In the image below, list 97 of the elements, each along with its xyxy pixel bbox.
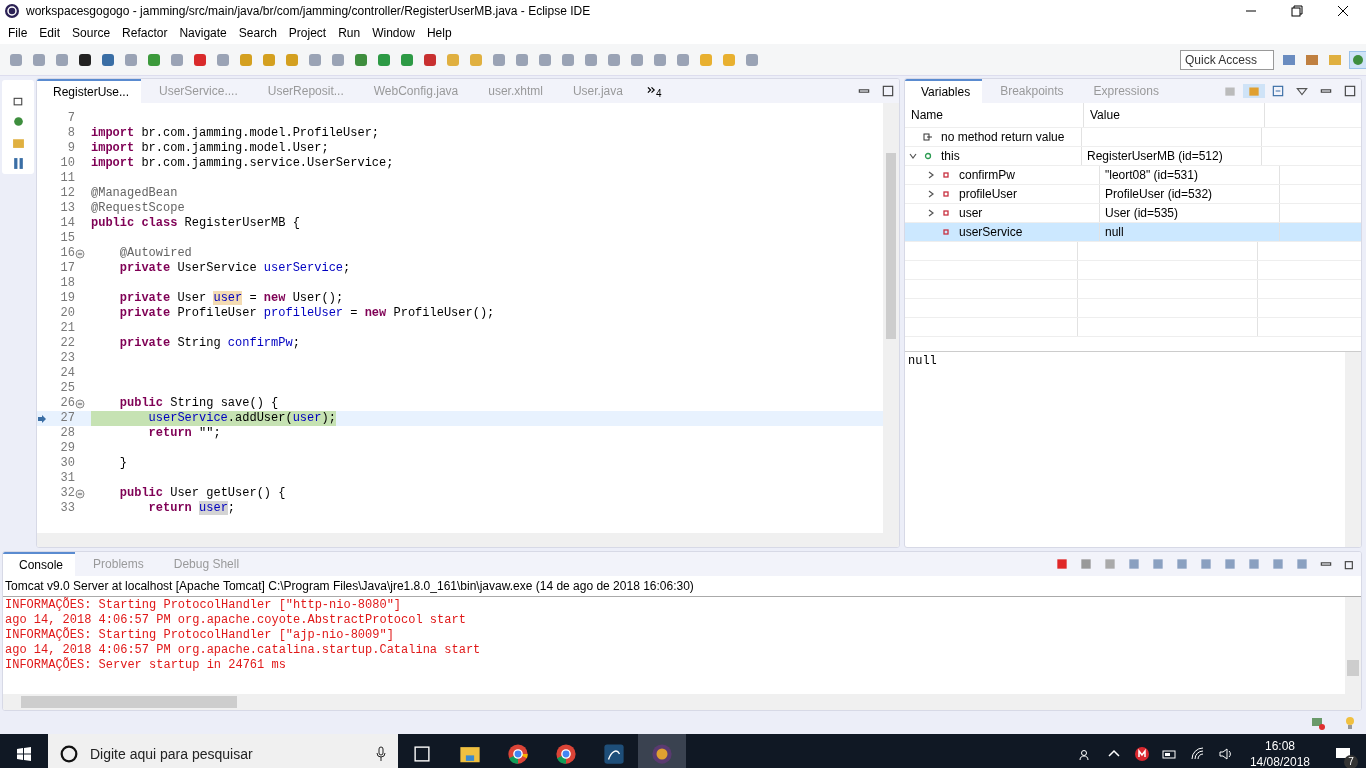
circle-icon bbox=[923, 151, 933, 161]
eclipse-logo-icon bbox=[4, 3, 20, 19]
console-line: INFORMAÇÕES: Starting ProtocolHandler ["http-nio-8080"] bbox=[5, 598, 403, 613]
line-number: 22 bbox=[59, 336, 75, 351]
code-line: import br.com.jamming.model.ProfileUser; bbox=[91, 126, 380, 141]
line-number: 11 bbox=[59, 171, 75, 186]
horizontal-scrollbar[interactable] bbox=[37, 533, 899, 547]
column-header[interactable]: Name bbox=[905, 103, 1084, 127]
line-number: 20 bbox=[59, 306, 75, 321]
line-number: 30 bbox=[59, 456, 75, 471]
code-line: } bbox=[118, 456, 127, 471]
quick-access-field[interactable]: Quick Access bbox=[1180, 49, 1274, 70]
menu-item[interactable]: File bbox=[2, 26, 34, 40]
line-number: 9 bbox=[66, 141, 75, 156]
variable-name: confirmPw bbox=[959, 167, 1015, 184]
line-number: 19 bbox=[59, 291, 75, 306]
line-number: 7 bbox=[66, 111, 75, 126]
console-line: INFORMAÇÕES: Server startup in 24761 ms bbox=[5, 658, 287, 673]
menu-item[interactable]: Run bbox=[332, 26, 367, 40]
variable-name: profileUser bbox=[959, 186, 1018, 203]
line-number: 25 bbox=[59, 381, 75, 396]
horizontal-scrollbar[interactable] bbox=[3, 694, 1361, 710]
cortana-circle-icon bbox=[60, 745, 78, 763]
menu-item[interactable]: Project bbox=[282, 26, 333, 40]
line-number: 14 bbox=[59, 216, 75, 231]
collapse-icon[interactable] bbox=[75, 248, 85, 259]
line-number: 18 bbox=[59, 276, 75, 291]
line-number: 23 bbox=[59, 351, 75, 366]
variable-value: null bbox=[1105, 225, 1124, 239]
collapse-icon[interactable] bbox=[75, 488, 85, 499]
more-tabs-button[interactable]: 4 bbox=[636, 82, 672, 100]
code-line: return user; bbox=[147, 501, 236, 516]
view-tab[interactable]: Console bbox=[3, 552, 76, 576]
code-line: @RequestScope bbox=[91, 201, 185, 216]
code-line: public class RegisterUserMB { bbox=[91, 216, 300, 231]
line-number: 29 bbox=[59, 441, 75, 456]
menu-item[interactable]: Window bbox=[366, 26, 421, 40]
line-number: 21 bbox=[59, 321, 75, 336]
menu-item[interactable]: Source bbox=[66, 26, 117, 40]
vertical-scrollbar[interactable] bbox=[1345, 352, 1361, 547]
variable-name: no method return value bbox=[941, 129, 1065, 146]
line-number: 17 bbox=[59, 261, 75, 276]
console-line: ago 14, 2018 4:06:57 PM org.apache.catalina.startup.Catalina start bbox=[5, 643, 482, 657]
code-line: import br.com.jamming.service.UserService; bbox=[91, 156, 394, 171]
editor-tab[interactable]: RegisterUse... bbox=[37, 79, 142, 103]
collapse-icon[interactable] bbox=[75, 398, 85, 409]
process-label: Tomcat v9.0 Server at localhost [Apache Tomcat] C:\Program Files\Java\jre1.8.0_161\bin\javaw.exe (14 de ago de 2018 16:06:30) bbox=[3, 576, 1361, 597]
vertical-scrollbar[interactable] bbox=[883, 103, 899, 533]
code-line: @ManagedBean bbox=[91, 186, 178, 201]
microphone-icon bbox=[376, 746, 386, 762]
console-line: ago 14, 2018 4:06:57 PM org.apache.coyote.AbstractProtocol start bbox=[5, 613, 467, 627]
menu-item[interactable]: Help bbox=[420, 26, 458, 40]
line-number: 27 bbox=[59, 411, 75, 426]
line-number: 33 bbox=[59, 501, 75, 516]
window-title: workspacesgogogo - jamming/src/main/java/br/com/jamming/controller/RegisterUserMB.java - Eclipse IDE bbox=[26, 4, 591, 18]
line-number: 10 bbox=[59, 156, 75, 171]
line-number: 16 bbox=[59, 246, 75, 261]
code-line: @Autowired bbox=[118, 246, 192, 261]
line-number: 15 bbox=[59, 231, 75, 246]
code-line: public String save() { bbox=[118, 396, 279, 411]
line-number: 13 bbox=[59, 201, 75, 216]
line-number: 26 bbox=[59, 396, 75, 411]
variable-value: "leort08" (id=531) bbox=[1105, 168, 1198, 182]
menu-item[interactable]: Edit bbox=[33, 26, 67, 40]
code-line: private User user = new User(); bbox=[118, 291, 344, 306]
line-number: 24 bbox=[59, 366, 75, 381]
code-line: private UserService userService; bbox=[118, 261, 351, 276]
code-line: public User getUser() { bbox=[118, 486, 286, 501]
instruction-pointer-icon bbox=[37, 413, 47, 424]
line-number: 31 bbox=[59, 471, 75, 486]
code-line: import br.com.jamming.model.User; bbox=[91, 141, 329, 156]
detail-text: null bbox=[907, 353, 938, 370]
line-number: 8 bbox=[66, 126, 75, 141]
column-header[interactable]: Value bbox=[1084, 103, 1265, 127]
variable-value: ProfileUser (id=532) bbox=[1105, 187, 1213, 201]
menu-item[interactable]: Navigate bbox=[173, 26, 233, 40]
variable-value: RegisterUserMB (id=512) bbox=[1087, 149, 1223, 163]
variable-value: User (id=535) bbox=[1105, 206, 1179, 220]
clock[interactable]: 16:08 14/08/2018 bbox=[1239, 738, 1320, 768]
code-line: private String confirmPw; bbox=[118, 336, 300, 351]
menu-item[interactable]: Refactor bbox=[116, 26, 174, 40]
taskbar-search-field[interactable]: Digite aqui para pesquisar bbox=[48, 734, 398, 768]
variable-name: userService bbox=[959, 224, 1023, 241]
view-tab[interactable]: Variables bbox=[905, 79, 983, 103]
line-number: 32 bbox=[59, 486, 75, 501]
line-number: 12 bbox=[59, 186, 75, 201]
console-line: INFORMAÇÕES: Starting ProtocolHandler ["ajp-nio-8009"] bbox=[5, 628, 395, 643]
code-line: return ""; bbox=[147, 426, 221, 441]
vertical-scrollbar[interactable] bbox=[1345, 597, 1361, 694]
action-center-button[interactable]: 7 bbox=[1328, 739, 1358, 768]
code-line: private ProfileUser profileUser = new ProfileUser(); bbox=[118, 306, 495, 321]
double-chevron-icon bbox=[646, 85, 656, 94]
return-icon bbox=[923, 132, 933, 142]
menu-item[interactable]: Search bbox=[232, 26, 283, 40]
variable-name: user bbox=[959, 205, 983, 222]
line-number: 28 bbox=[59, 426, 75, 441]
variable-name: this bbox=[941, 148, 960, 165]
